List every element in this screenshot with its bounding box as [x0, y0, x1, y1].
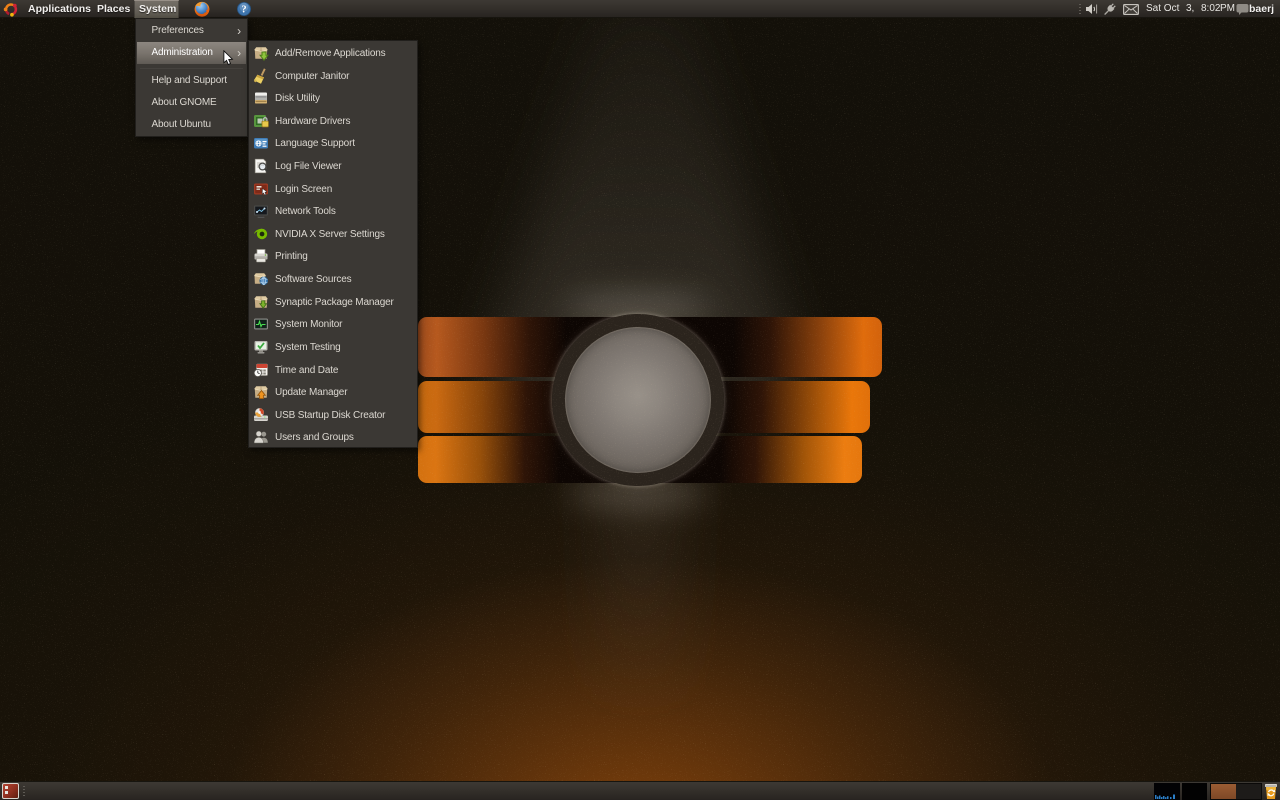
svg-text:?: ? — [241, 5, 246, 16]
